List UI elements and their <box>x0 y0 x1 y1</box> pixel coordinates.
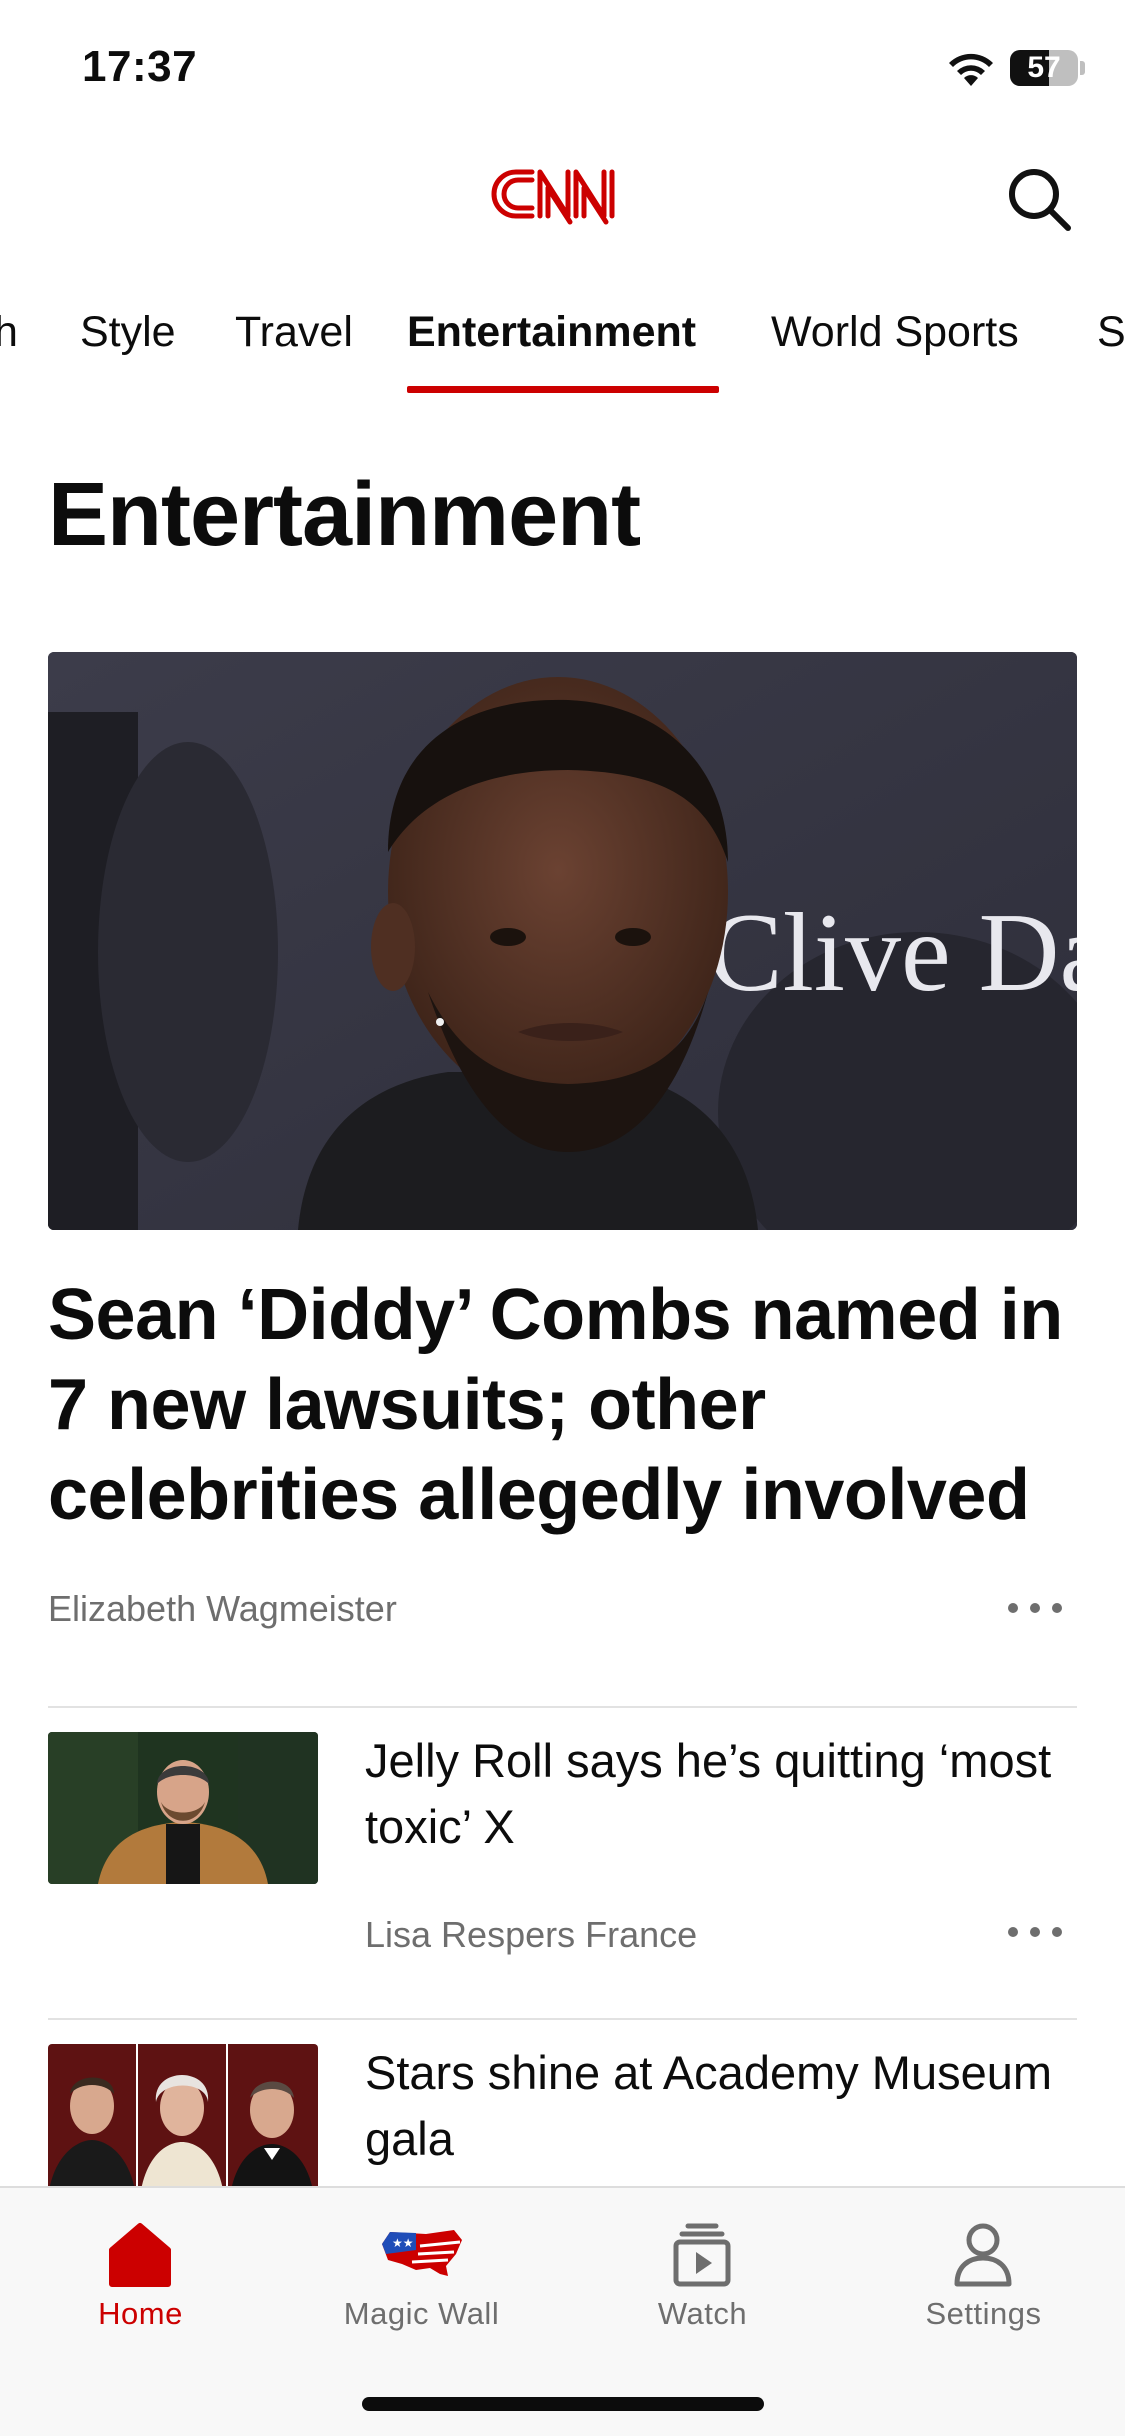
status-bar: 17:37 57 <box>0 0 1125 130</box>
nav-item-world-sports[interactable]: World Sports <box>771 308 1019 398</box>
story-title[interactable]: Jelly Roll says he’s quitting ‘most toxi… <box>365 1728 1055 1860</box>
hero-photo: Clive Da <box>48 652 1077 1230</box>
tab-label-home: Home <box>98 2296 183 2331</box>
svg-text:★★: ★★ <box>392 2236 414 2250</box>
nav-item-partial-left[interactable]: h <box>0 308 18 398</box>
status-time: 17:37 <box>82 42 198 91</box>
story-photo <box>48 2044 318 2186</box>
wifi-icon <box>949 53 993 86</box>
battery-cap <box>1080 61 1085 75</box>
nav-item-style[interactable]: Style <box>80 308 176 398</box>
active-tab-underline <box>407 386 719 393</box>
tab-label-magic-wall: Magic Wall <box>343 2296 500 2331</box>
tab-magic-wall[interactable]: ★★ Magic Wall <box>281 2188 562 2358</box>
story-photo <box>48 1732 318 1884</box>
person-icon <box>954 2223 1012 2287</box>
app-header <box>0 130 1125 270</box>
tab-label-settings: Settings <box>925 2296 1042 2331</box>
tab-settings[interactable]: Settings <box>843 2188 1124 2358</box>
us-map-icon: ★★ <box>382 2230 462 2276</box>
divider <box>48 1706 1077 1708</box>
home-icon <box>109 2223 171 2287</box>
hero-byline: Elizabeth Wagmeister <box>48 1588 397 1629</box>
story-more-options-icon[interactable] <box>1000 1912 1070 1952</box>
story-thumbnail[interactable] <box>48 2044 318 2186</box>
page-title: Entertainment <box>48 465 641 565</box>
divider <box>48 2018 1077 2020</box>
hero-backdrop-text: Clive Da <box>708 891 1077 1015</box>
tab-watch[interactable]: Watch <box>562 2188 843 2358</box>
hero-image[interactable]: Clive Da <box>48 652 1077 1230</box>
home-indicator[interactable] <box>362 2397 764 2411</box>
hero-headline[interactable]: Sean ‘Diddy’ Combs named in 7 new lawsui… <box>48 1270 1088 1540</box>
cnn-logo[interactable] <box>488 158 638 230</box>
tab-label-watch: Watch <box>657 2296 748 2331</box>
tab-home[interactable]: Home <box>0 2188 281 2358</box>
search-icon[interactable] <box>1000 160 1080 240</box>
nav-item-travel[interactable]: Travel <box>235 308 353 398</box>
section-nav: h Style Travel Entertainment World Sport… <box>0 290 1125 400</box>
watch-play-icon <box>673 2223 731 2287</box>
nav-item-partial-right[interactable]: S <box>1097 308 1125 398</box>
battery-icon: 57 <box>1010 50 1078 86</box>
story-byline: Lisa Respers France <box>365 1914 698 1955</box>
story-thumbnail[interactable] <box>48 1732 318 1884</box>
nav-item-entertainment[interactable]: Entertainment <box>407 308 696 398</box>
battery-percent: 57 <box>1027 51 1061 84</box>
hero-more-options-icon[interactable] <box>1000 1588 1070 1628</box>
story-title[interactable]: Stars shine at Academy Museum gala <box>365 2040 1055 2172</box>
